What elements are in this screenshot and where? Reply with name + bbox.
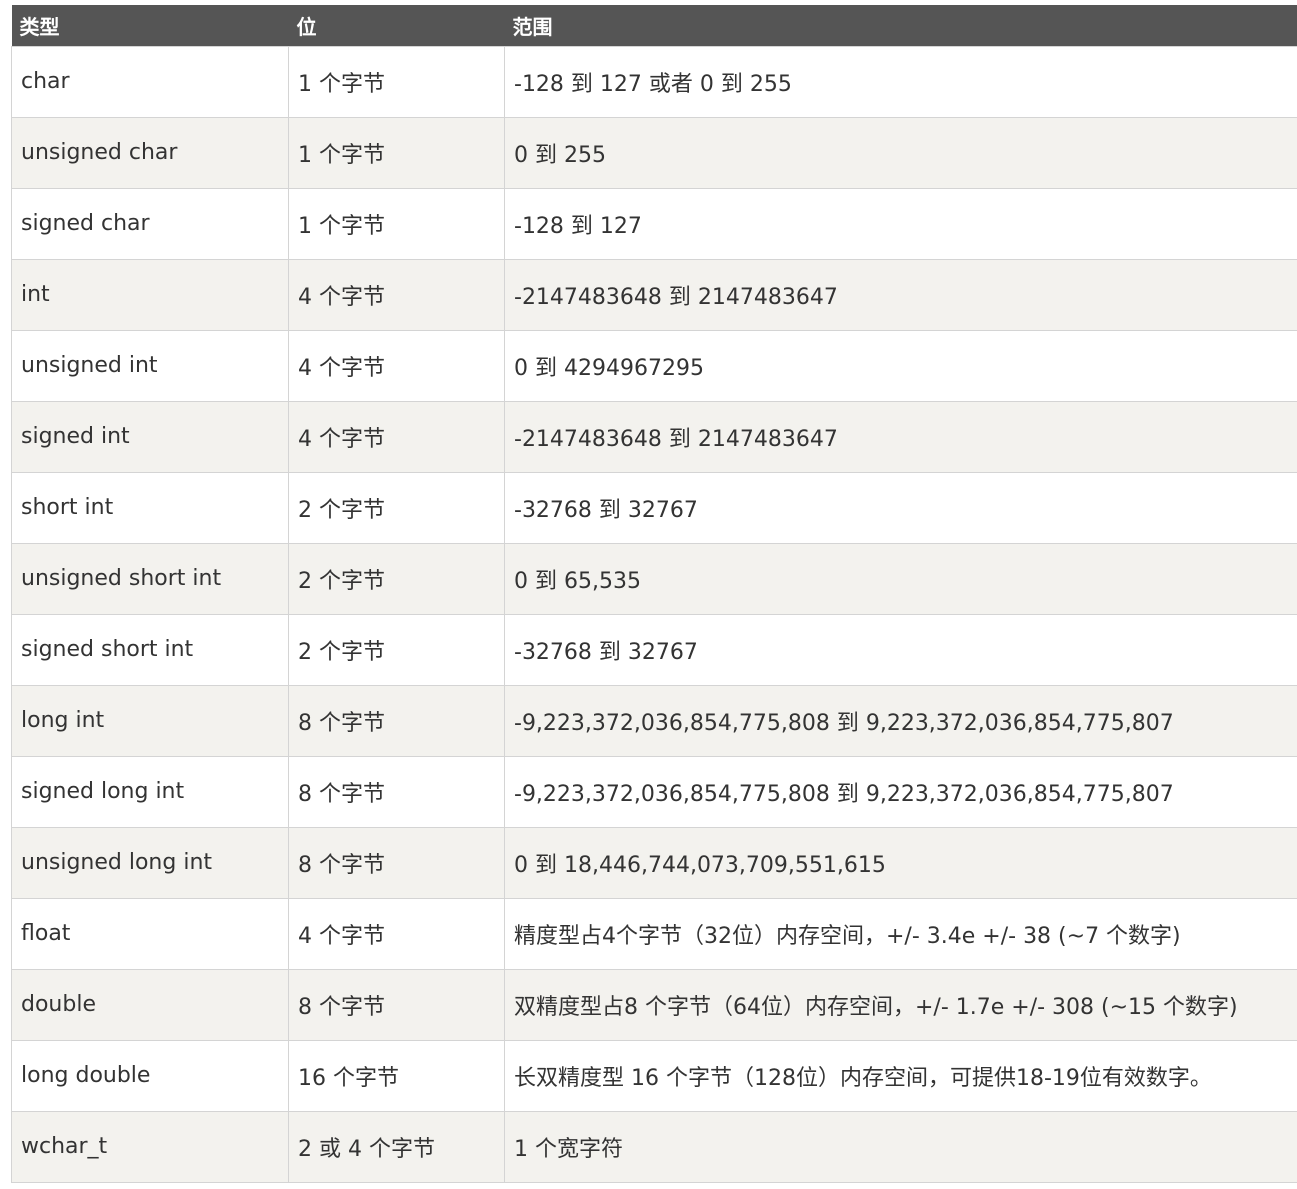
cell-size: 2 或 4 个字节 — [288, 1110, 505, 1183]
cell-size: 1 个字节 — [288, 187, 505, 260]
cell-type: unsigned int — [11, 329, 289, 402]
cell-range: 1 个宽字符 — [504, 1110, 1297, 1183]
cell-size: 2 个字节 — [288, 471, 505, 544]
table-row: signed long int 8 个字节 -9,223,372,036,854,7… — [11, 755, 1297, 828]
cell-size: 8 个字节 — [288, 826, 505, 899]
cell-range: -32768 到 32767 — [504, 613, 1297, 686]
cell-range: 精度型占4个字节（32位）内存空间，+/- 3.4e +/- 38 (~7 个数… — [504, 897, 1297, 970]
cell-range: 长双精度型 16 个字节（128位）内存空间，可提供18-19位有效数字。 — [504, 1039, 1297, 1112]
cell-range: -2147483648 到 2147483647 — [504, 400, 1297, 473]
cell-type: signed char — [11, 187, 289, 260]
table-row: unsigned char 1 个字节 0 到 255 — [11, 116, 1297, 189]
header-row: 类型 位 范围 — [11, 5, 1297, 46]
cell-size: 2 个字节 — [288, 613, 505, 686]
cell-type: unsigned long int — [11, 826, 289, 899]
cell-type: long int — [11, 684, 289, 757]
table-row: double 8 个字节 双精度型占8 个字节（64位）内存空间，+/- 1.7e … — [11, 968, 1297, 1041]
cell-range: 0 到 255 — [504, 116, 1297, 189]
header-size: 位 — [288, 5, 505, 46]
table-body: char 1 个字节 -128 到 127 或者 0 到 255 unsigned c… — [11, 45, 1297, 1183]
cell-range: 0 到 65,535 — [504, 542, 1297, 615]
data-types-table: 类型 位 范围 char 1 个字节 -128 到 127 或者 0 到 255 un… — [11, 5, 1297, 1183]
table-row: unsigned int 4 个字节 0 到 4294967295 — [11, 329, 1297, 402]
table-row: signed char 1 个字节 -128 到 127 — [11, 187, 1297, 260]
cell-type: signed int — [11, 400, 289, 473]
data-types-table-container: 类型 位 范围 char 1 个字节 -128 到 127 或者 0 到 255 un… — [11, 5, 1297, 1183]
cell-range: -2147483648 到 2147483647 — [504, 258, 1297, 331]
cell-size: 1 个字节 — [288, 116, 505, 189]
cell-type: double — [11, 968, 289, 1041]
cell-size: 8 个字节 — [288, 684, 505, 757]
header-range: 范围 — [504, 5, 1297, 46]
cell-type: unsigned short int — [11, 542, 289, 615]
cell-range: 双精度型占8 个字节（64位）内存空间，+/- 1.7e +/- 308 (~1… — [504, 968, 1297, 1041]
cell-type: signed long int — [11, 755, 289, 828]
cell-range: -128 到 127 — [504, 187, 1297, 260]
table-row: int 4 个字节 -2147483648 到 2147483647 — [11, 258, 1297, 331]
table-header: 类型 位 范围 — [11, 5, 1297, 46]
table-row: char 1 个字节 -128 到 127 或者 0 到 255 — [11, 45, 1297, 118]
cell-range: 0 到 18,446,744,073,709,551,615 — [504, 826, 1297, 899]
cell-size: 16 个字节 — [288, 1039, 505, 1112]
cell-type: wchar_t — [11, 1110, 289, 1183]
table-row: unsigned long int 8 个字节 0 到 18,446,744,073… — [11, 826, 1297, 899]
cell-size: 4 个字节 — [288, 400, 505, 473]
cell-size: 2 个字节 — [288, 542, 505, 615]
cell-type: short int — [11, 471, 289, 544]
cell-size: 4 个字节 — [288, 329, 505, 402]
cell-size: 4 个字节 — [288, 258, 505, 331]
cell-size: 4 个字节 — [288, 897, 505, 970]
table-row: long int 8 个字节 -9,223,372,036,854,775,808 … — [11, 684, 1297, 757]
table-row: long double 16 个字节 长双精度型 16 个字节（128位）内存空间，… — [11, 1039, 1297, 1112]
cell-type: unsigned char — [11, 116, 289, 189]
cell-type: float — [11, 897, 289, 970]
cell-range: 0 到 4294967295 — [504, 329, 1297, 402]
cell-size: 8 个字节 — [288, 968, 505, 1041]
table-row: unsigned short int 2 个字节 0 到 65,535 — [11, 542, 1297, 615]
table-row: signed int 4 个字节 -2147483648 到 2147483647 — [11, 400, 1297, 473]
cell-type: signed short int — [11, 613, 289, 686]
cell-size: 1 个字节 — [288, 45, 505, 118]
table-row: float 4 个字节 精度型占4个字节（32位）内存空间，+/- 3.4e +/-… — [11, 897, 1297, 970]
table-row: wchar_t 2 或 4 个字节 1 个宽字符 — [11, 1110, 1297, 1183]
cell-size: 8 个字节 — [288, 755, 505, 828]
cell-type: int — [11, 258, 289, 331]
cell-type: long double — [11, 1039, 289, 1112]
cell-range: -9,223,372,036,854,775,808 到 9,223,372,0… — [504, 684, 1297, 757]
table-row: signed short int 2 个字节 -32768 到 32767 — [11, 613, 1297, 686]
cell-range: -128 到 127 或者 0 到 255 — [504, 45, 1297, 118]
cell-range: -32768 到 32767 — [504, 471, 1297, 544]
table-row: short int 2 个字节 -32768 到 32767 — [11, 471, 1297, 544]
cell-type: char — [11, 45, 289, 118]
cell-range: -9,223,372,036,854,775,808 到 9,223,372,0… — [504, 755, 1297, 828]
header-type: 类型 — [11, 5, 289, 46]
